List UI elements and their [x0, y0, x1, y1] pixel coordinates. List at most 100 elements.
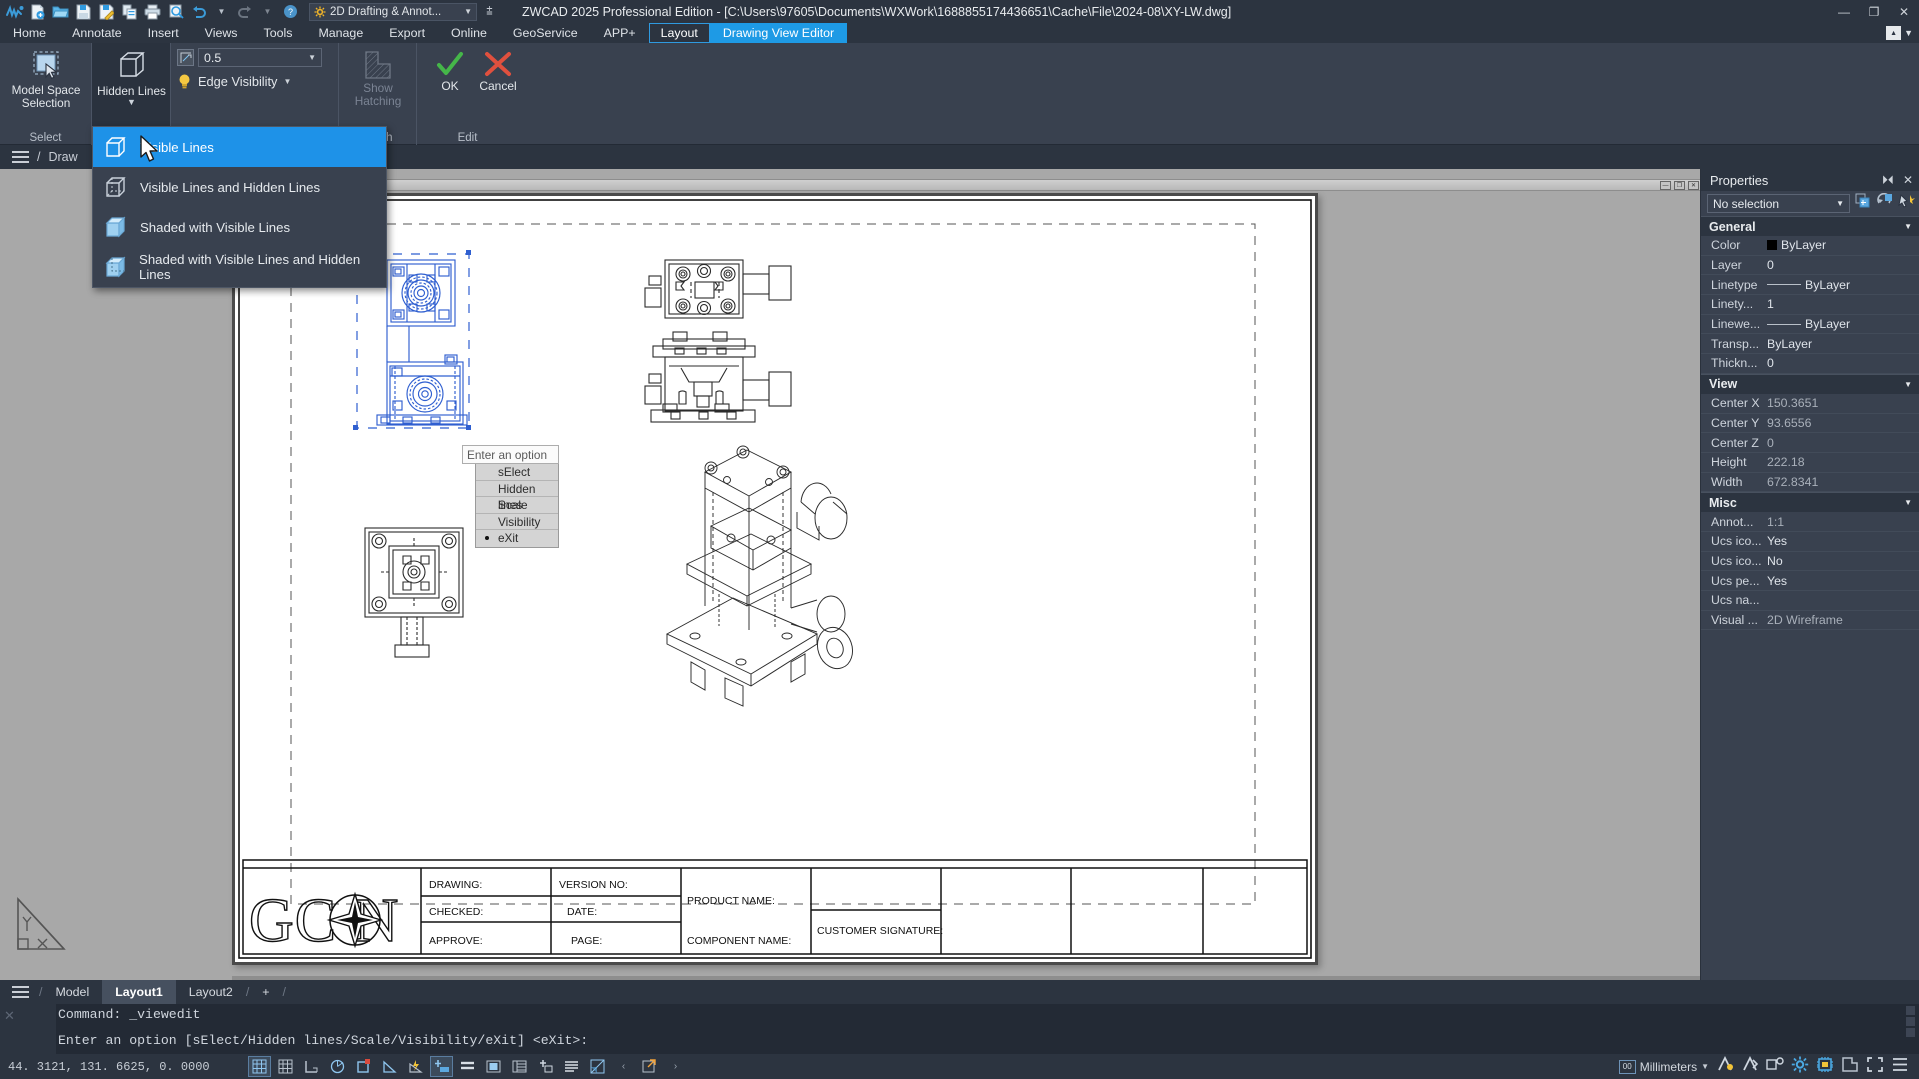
chevron-down-icon[interactable]: ▼ [127, 98, 136, 107]
annotation-scale-icon[interactable] [586, 1056, 609, 1077]
close-button[interactable]: ✕ [1889, 0, 1919, 23]
ribbon-collapse-icon[interactable]: ▲ [1886, 26, 1902, 40]
clean-screen-icon[interactable] [1841, 1056, 1859, 1078]
menu-hamburger-icon[interactable] [12, 148, 29, 166]
property-row-annotation-scale[interactable]: Annot... 1:1 [1701, 512, 1919, 532]
tab-drawing-view-editor[interactable]: Drawing View Editor [709, 23, 848, 43]
isolate-objects-icon[interactable] [1766, 1056, 1784, 1077]
status-right-caret-icon[interactable]: › [664, 1056, 687, 1077]
option-scale[interactable]: Scale [476, 497, 558, 514]
properties-group-view[interactable]: View ▼ [1701, 373, 1919, 394]
redo-caret-icon[interactable]: ▼ [257, 2, 278, 21]
lineweight-icon[interactable] [456, 1056, 479, 1077]
dropdown-item-visible-lines[interactable]: Visible Lines [93, 127, 386, 167]
ortho-mode-icon[interactable] [300, 1056, 323, 1077]
property-row-visual-style[interactable]: Visual ... 2D Wireframe [1701, 611, 1919, 631]
chevron-down-icon[interactable]: ▼ [1701, 1062, 1709, 1071]
property-row-ucs-name[interactable]: Ucs na... [1701, 591, 1919, 611]
properties-group-misc[interactable]: Misc ▼ [1701, 492, 1919, 513]
document-restore-button[interactable]: ❐ [1674, 180, 1685, 190]
help-icon[interactable]: ? [280, 2, 301, 21]
settings-gear-icon[interactable] [1791, 1056, 1809, 1078]
property-row-center-z[interactable]: Center Z 0 [1701, 433, 1919, 453]
hardware-acceleration-icon[interactable] [1816, 1056, 1834, 1078]
auto-hide-icon[interactable]: ⏵⏴ [1882, 173, 1894, 188]
customization-menu-icon[interactable] [1891, 1057, 1909, 1077]
tab-app-plus[interactable]: APP+ [591, 23, 649, 43]
drawing-workspace[interactable]: — ❐ ✕ DRAWING: VERSION NO: PRODUCT NAME:… [0, 169, 1700, 980]
property-row-width[interactable]: Width 672.8341 [1701, 473, 1919, 493]
cursor-coordinates[interactable]: 44. 3121, 131. 6625, 0. 0000 [0, 1060, 248, 1074]
document-close-button[interactable]: ✕ [1688, 180, 1699, 190]
tab-home[interactable]: Home [0, 23, 59, 43]
layout-tab-add[interactable]: + [249, 980, 282, 1004]
quick-select-icon[interactable] [1855, 193, 1871, 214]
annotation-visibility-status-icon[interactable] [1741, 1055, 1759, 1077]
chevron-down-icon[interactable]: ▼ [464, 7, 472, 16]
tab-tools[interactable]: Tools [251, 23, 306, 43]
chevron-down-icon[interactable]: ▼ [308, 53, 316, 62]
tab-geoservice[interactable]: GeoService [500, 23, 591, 43]
property-row-color[interactable]: Color ByLayer [1701, 236, 1919, 256]
print-icon[interactable] [142, 2, 163, 21]
layout-menu-icon[interactable] [12, 983, 29, 1001]
cancel-button[interactable]: Cancel [477, 43, 519, 93]
edge-visibility-button[interactable]: Edge Visibility ▼ [177, 73, 291, 90]
undo-icon[interactable] [188, 2, 209, 21]
fullscreen-icon[interactable] [1866, 1056, 1884, 1078]
document-minimize-button[interactable]: — [1660, 180, 1671, 190]
option-hidden-lines[interactable]: Hidden lines [476, 481, 558, 512]
tab-export[interactable]: Export [376, 23, 438, 43]
select-objects-icon[interactable] [1898, 193, 1915, 214]
chevron-down-icon[interactable]: ▼ [1836, 199, 1844, 208]
command-line-area[interactable]: ✕ Command: _viewedit Enter an option [sE… [0, 1004, 1919, 1054]
property-row-thickness[interactable]: Thickn... 0 [1701, 354, 1919, 374]
selection-cycling-icon[interactable] [534, 1056, 557, 1077]
command-prompt-line[interactable]: Enter an option [sElect/Hidden lines/Sca… [58, 1033, 588, 1048]
tab-insert[interactable]: Insert [135, 23, 192, 43]
model-space-selection-button[interactable]: Model Space Selection [0, 43, 92, 110]
close-icon[interactable]: ✕ [1903, 173, 1913, 188]
layout-tab-model[interactable]: Model [42, 980, 102, 1004]
tab-layout[interactable]: Layout [648, 23, 710, 43]
object-snap-icon[interactable] [352, 1056, 375, 1077]
status-left-caret-icon[interactable]: ‹ [612, 1056, 635, 1077]
property-row-center-x[interactable]: Center X 150.3651 [1701, 394, 1919, 414]
save-icon[interactable] [73, 2, 94, 21]
breadcrumb-text[interactable]: Draw [48, 150, 77, 164]
property-row-ucs-icon-on[interactable]: Ucs ico... Yes [1701, 532, 1919, 552]
dynamic-input-icon[interactable] [430, 1056, 453, 1077]
option-list[interactable]: sElect Hidden lines Scale Visibility eXi… [475, 464, 559, 548]
toggle-pickadd-icon[interactable] [1876, 192, 1893, 214]
tab-views[interactable]: Views [192, 23, 251, 43]
print-preview-icon[interactable] [165, 2, 186, 21]
dropdown-item-visible-and-hidden-lines[interactable]: Visible Lines and Hidden Lines [93, 167, 386, 207]
quick-properties-icon[interactable] [508, 1056, 531, 1077]
grid-display-icon[interactable] [248, 1056, 271, 1077]
annotation-visibility-icon[interactable] [560, 1056, 583, 1077]
transparency-icon[interactable] [482, 1056, 505, 1077]
dropdown-item-shaded-visible-lines[interactable]: Shaded with Visible Lines [93, 207, 386, 247]
property-row-lineweight[interactable]: Linewe... ByLayer [1701, 315, 1919, 335]
selection-combobox[interactable]: No selection ▼ [1707, 194, 1850, 213]
polar-tracking-icon[interactable] [326, 1056, 349, 1077]
chevron-down-icon[interactable]: ▼ [283, 77, 291, 86]
option-visibility[interactable]: Visibility [476, 514, 558, 530]
property-row-ucs-icon-origin[interactable]: Ucs ico... No [1701, 552, 1919, 572]
chevron-down-icon[interactable]: ▼ [1904, 498, 1912, 507]
property-row-height[interactable]: Height 222.18 [1701, 453, 1919, 473]
snap-mode-icon[interactable] [274, 1056, 297, 1077]
command-line-scrollbar[interactable] [1906, 1006, 1916, 1052]
dropdown-item-shaded-visible-and-hidden-lines[interactable]: Shaded with Visible Lines and Hidden Lin… [93, 247, 386, 287]
ok-button[interactable]: OK [429, 43, 471, 93]
property-row-center-y[interactable]: Center Y 93.6556 [1701, 414, 1919, 434]
tab-annotate[interactable]: Annotate [59, 23, 135, 43]
units-selector[interactable]: 00 Millimeters ▼ [1618, 1059, 1709, 1074]
tab-manage[interactable]: Manage [305, 23, 376, 43]
chevron-down-icon[interactable]: ▼ [1904, 380, 1912, 389]
osnap-angle-icon[interactable] [378, 1056, 401, 1077]
hidden-lines-dropdown-button[interactable]: Hidden Lines ▼ [92, 43, 171, 107]
properties-group-general[interactable]: General ▼ [1701, 216, 1919, 236]
property-row-transparency[interactable]: Transp... ByLayer [1701, 334, 1919, 355]
workspace-switch-icon[interactable] [638, 1056, 661, 1077]
